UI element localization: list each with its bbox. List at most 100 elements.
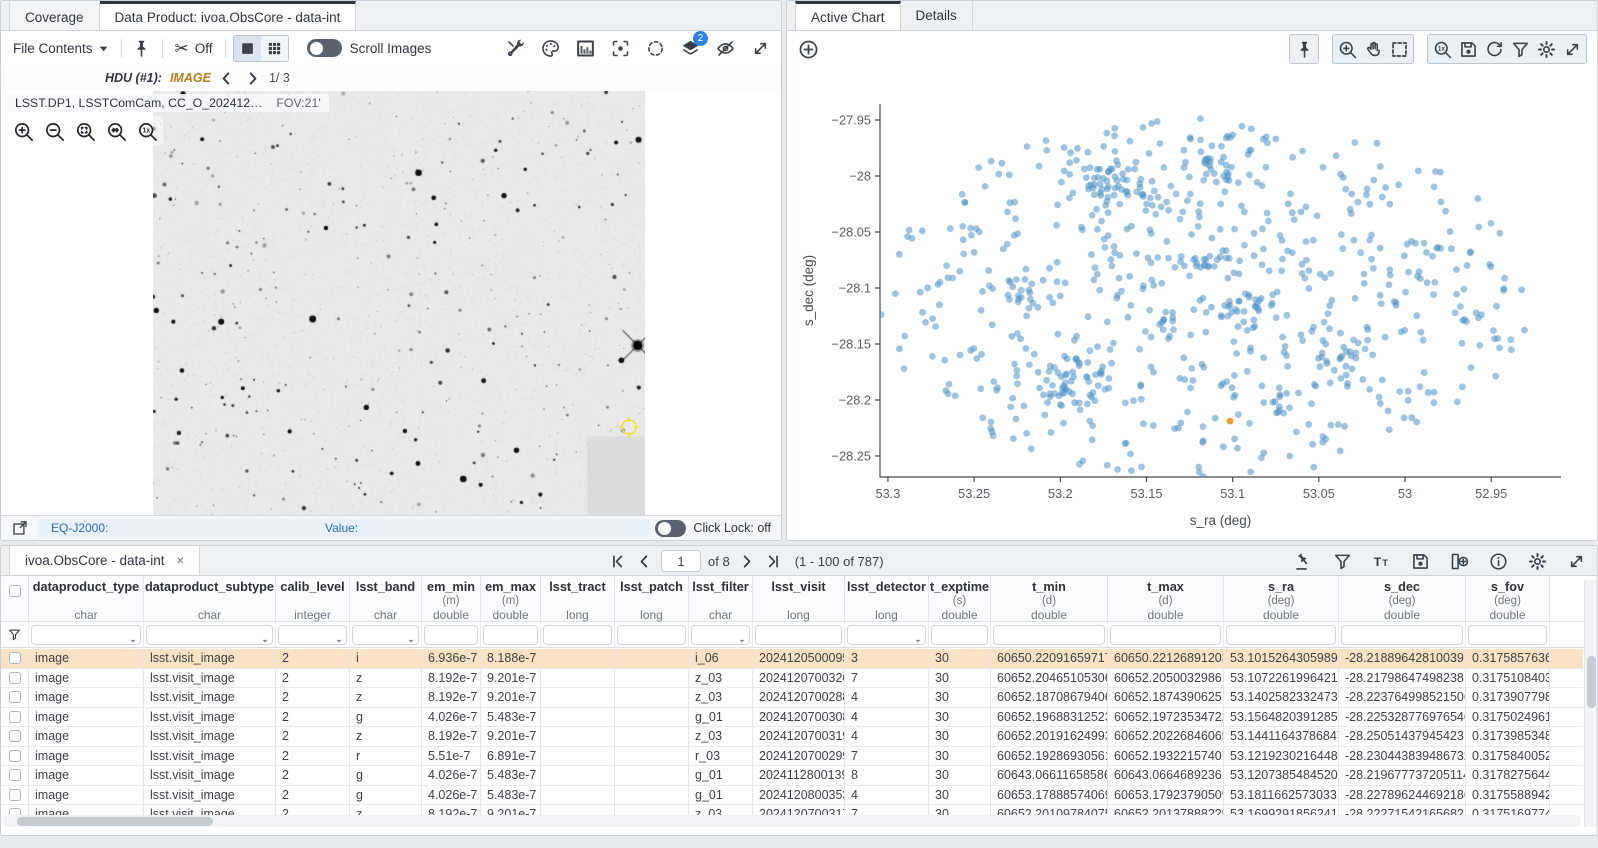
hscroll-thumb[interactable] [17,817,213,826]
file-contents-dropdown[interactable]: File Contents [9,38,114,59]
tab-coverage[interactable]: Coverage [9,1,100,30]
pin-chart-button[interactable] [1290,548,1316,574]
pan-button[interactable] [1360,36,1386,62]
first-page-button[interactable] [607,551,627,571]
column-header-t_max[interactable]: t_max(d)double [1108,576,1224,621]
add-chart-button[interactable] [795,36,821,62]
filter-input-s_fov[interactable] [1468,625,1547,645]
table-row[interactable]: imagelsst.visit_image2i6.936e-78.188e-7i… [1,649,1583,669]
row-checkbox[interactable] [9,789,21,801]
column-header-em_max[interactable]: em_max(m)double [481,576,541,621]
column-header-dataproduct_type[interactable]: dataproduct_typechar [29,576,144,621]
column-header-s_fov[interactable]: s_fov(deg)double [1466,576,1550,621]
palette-button[interactable] [537,35,563,61]
add-column-button[interactable] [1446,548,1472,574]
filter-input-dataproduct_type[interactable] [31,625,141,645]
scatter-chart[interactable]: 53.353.2553.253.1553.153.055352.95−27.95… [787,67,1597,540]
column-header-lsst_filter[interactable]: lsst_filterchar [689,576,753,621]
zoom-in-button[interactable] [10,118,36,144]
filter-input-s_dec[interactable] [1341,625,1463,645]
column-header-t_min[interactable]: t_min(d)double [991,576,1108,621]
expand-button[interactable] [1563,548,1589,574]
single-view-button[interactable] [234,36,261,61]
hide-overlays-button[interactable] [712,35,738,61]
grid-view-button[interactable] [261,36,288,61]
filter-input-s_ra[interactable] [1226,625,1336,645]
zoom-out-button[interactable] [41,118,67,144]
filter-input-lsst_tract[interactable] [543,625,612,645]
filter-input-lsst_visit[interactable] [755,625,842,645]
crop-button[interactable]: ✂ Off [170,35,218,61]
filter-button[interactable] [1329,548,1355,574]
filter-input-lsst_patch[interactable] [617,625,686,645]
table-row[interactable]: imagelsst.visit_image2z8.192e-79.201e-7z… [1,727,1583,747]
filter-input-lsst_filter[interactable] [691,625,750,645]
expand-button[interactable] [1559,36,1585,62]
restore-button[interactable] [1481,36,1507,62]
prev-page-button[interactable] [634,551,654,571]
settings-button[interactable] [1533,36,1559,62]
text-view-button[interactable]: TT [1368,548,1394,574]
star-field-image[interactable] [153,91,645,515]
tab-obscore-table[interactable]: ivoa.ObsCore - data-int × [9,546,200,575]
filter-input-em_min[interactable] [424,625,478,645]
column-header-em_min[interactable]: em_min(m)double [422,576,481,621]
table-row[interactable]: imagelsst.visit_image2z8.192e-79.201e-7z… [1,688,1583,708]
filter-toggle-cell[interactable] [1,622,29,647]
column-header-lsst_tract[interactable]: lsst_tractlong [541,576,615,621]
table-row[interactable]: imagelsst.visit_image2z8.192e-79.201e-7z… [1,805,1583,815]
click-lock-toggle[interactable] [655,520,686,537]
table-row[interactable]: imagelsst.visit_image2r5.51e-76.891e-7r_… [1,747,1583,767]
table-row[interactable]: imagelsst.visit_image2g4.026e-75.483e-7g… [1,708,1583,728]
filter-input-lsst_detector[interactable] [847,625,926,645]
hdu-prev-button[interactable] [217,68,237,88]
column-header-dataproduct_subtype[interactable]: dataproduct_subtypechar [144,576,276,621]
column-header-s_dec[interactable]: s_dec(deg)double [1339,576,1466,621]
filter-input-lsst_band[interactable] [352,625,419,645]
column-header-lsst_detector[interactable]: lsst_detectorlong [845,576,929,621]
popout-button[interactable] [9,517,31,539]
zoom-original-button[interactable]: 1x [134,118,160,144]
row-checkbox[interactable] [9,711,21,723]
zoom-fit-button[interactable] [72,118,98,144]
vscroll-thumb[interactable] [1587,656,1596,708]
select-area-button[interactable] [1386,36,1412,62]
column-header-s_ra[interactable]: s_ra(deg)double [1224,576,1339,621]
select-all-checkbox[interactable] [9,585,21,597]
zoom-in-button[interactable] [1334,36,1360,62]
save-button[interactable] [1407,548,1433,574]
row-checkbox[interactable] [9,652,21,664]
scroll-images-toggle[interactable] [307,39,342,57]
tab-data-product[interactable]: Data Product: ivoa.ObsCore - data-int [100,1,357,30]
filter-input-t_min[interactable] [993,625,1105,645]
recenter-button[interactable] [607,35,633,61]
expand-button[interactable] [747,35,773,61]
layers-button[interactable]: 2 [677,35,703,61]
pin-button[interactable] [1291,36,1317,62]
tab-details[interactable]: Details [901,1,973,30]
filter-input-dataproduct_subtype[interactable] [146,625,273,645]
filter-input-em_max[interactable] [483,625,538,645]
filter-input-t_max[interactable] [1110,625,1221,645]
row-checkbox[interactable] [9,730,21,742]
row-checkbox[interactable] [9,691,21,703]
row-checkbox[interactable] [9,769,21,781]
table-row[interactable]: imagelsst.visit_image2g4.026e-75.483e-7g… [1,766,1583,786]
tab-active-chart[interactable]: Active Chart [795,1,901,30]
info-button[interactable] [1485,548,1511,574]
row-checkbox[interactable] [9,750,21,762]
row-checkbox[interactable] [9,672,21,684]
save-button[interactable] [1455,36,1481,62]
column-header-t_exptime[interactable]: t_exptime(s)double [929,576,991,621]
tools-button[interactable] [502,35,528,61]
column-header-lsst_visit[interactable]: lsst_visitlong [753,576,845,621]
column-header-calib_level[interactable]: calib_levelinteger [276,576,350,621]
close-tab-icon[interactable]: × [176,553,184,568]
select-region-button[interactable] [642,35,668,61]
last-page-button[interactable] [764,551,784,571]
histogram-button[interactable] [572,35,598,61]
zoom-fill-button[interactable] [103,118,129,144]
column-header-lsst_band[interactable]: lsst_bandchar [350,576,422,621]
page-number-input[interactable] [661,550,701,572]
horizontal-scrollbar[interactable] [3,815,1581,827]
